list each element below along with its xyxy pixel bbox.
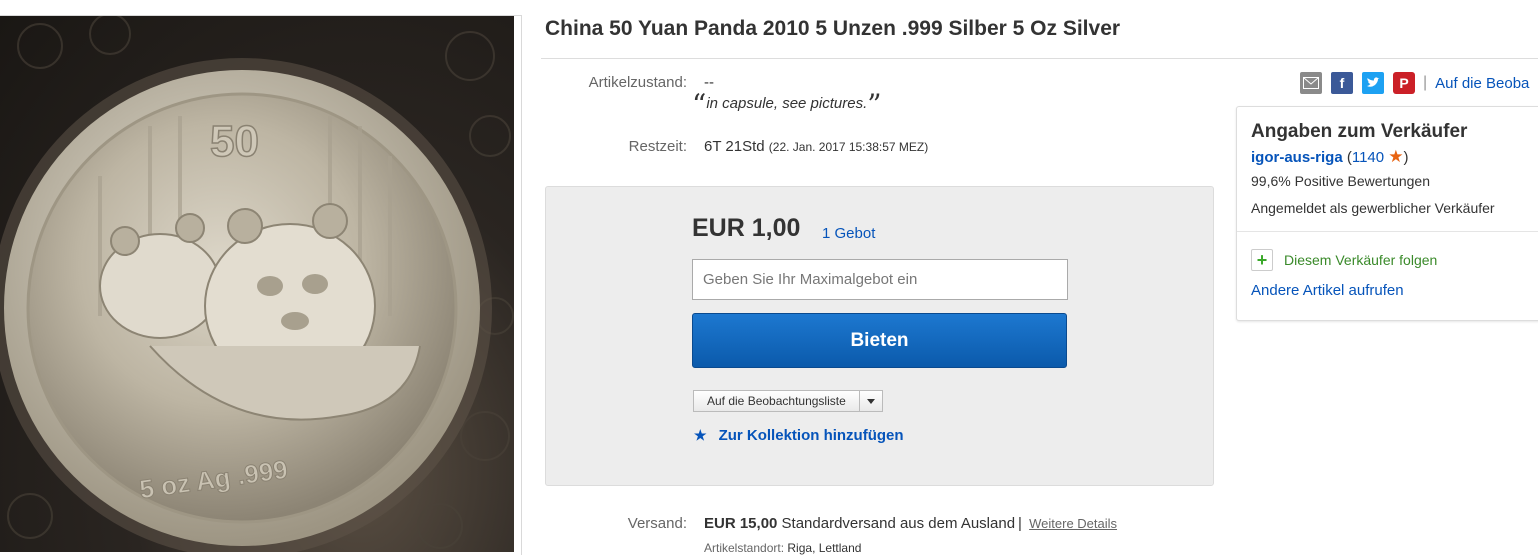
close-quote-icon: ” — [867, 88, 882, 121]
condition-note: “in capsule, see pictures.” — [692, 91, 882, 119]
add-to-collection-label: Zur Kollektion hinzufügen — [718, 427, 904, 444]
current-price: EUR 1,00 — [692, 214, 801, 242]
product-image[interactable]: 50 5 oz Ag .999 — [0, 16, 514, 552]
shipping-value: EUR 15,00 Standardversand aus dem Auslan… — [704, 515, 1117, 532]
location-value: Riga, Lettland — [787, 541, 862, 555]
plus-icon: + — [1251, 249, 1273, 271]
condition-label: Artikelzustand: — [588, 74, 687, 91]
positive-feedback: 99,6% Positive Bewertungen — [1251, 173, 1430, 189]
mail-icon[interactable] — [1300, 72, 1322, 94]
photo-frame: 50 5 oz Ag .999 — [0, 15, 522, 555]
follow-seller-label: Diesem Verkäufer folgen — [1284, 252, 1438, 268]
remaining-time: 6T 21Std — [704, 138, 765, 155]
watchlist-link[interactable]: Auf die Beoba — [1435, 75, 1529, 92]
seller-heading: Angaben zum Verkäufer — [1251, 121, 1468, 142]
bid-button[interactable]: Bieten — [692, 313, 1067, 368]
open-quote-icon: “ — [692, 88, 707, 121]
add-to-collection-link[interactable]: ★ Zur Kollektion hinzufügen — [694, 427, 904, 444]
shipping-method: Standardversand aus dem Ausland — [781, 515, 1016, 532]
follow-seller-link[interactable]: + Diesem Verkäufer folgen — [1251, 249, 1437, 271]
facebook-icon[interactable]: f — [1331, 72, 1353, 94]
feedback-star-icon: ★ — [1388, 147, 1404, 166]
bid-count-link[interactable]: 1 Gebot — [822, 225, 875, 242]
item-title: China 50 Yuan Panda 2010 5 Unzen .999 Si… — [545, 17, 1121, 40]
separator: | — [1018, 515, 1022, 532]
shipping-details-link[interactable]: Weitere Details — [1029, 516, 1117, 531]
svg-text:50: 50 — [210, 117, 259, 166]
paren-close: ) — [1403, 149, 1409, 166]
divider — [1237, 231, 1538, 232]
watchlist-dropdown-chevron-icon[interactable] — [859, 390, 883, 412]
remaining-label: Restzeit: — [628, 138, 687, 155]
share-bar: f P | Auf die Beoba — [1300, 72, 1529, 94]
max-bid-input[interactable] — [692, 259, 1068, 300]
commercial-seller-note: Angemeldet als gewerblicher Verkäufer — [1251, 200, 1495, 216]
add-to-watchlist-button[interactable]: Auf die Beobachtungsliste — [693, 390, 860, 412]
item-location: Artikelstandort: Riga, Lettland — [704, 541, 861, 555]
pinterest-icon[interactable]: P — [1393, 72, 1415, 94]
star-icon: ★ — [694, 427, 707, 443]
seller-name-link[interactable]: igor-aus-riga — [1251, 149, 1343, 166]
separator: | — [1423, 74, 1428, 91]
other-items-link[interactable]: Andere Artikel aufrufen — [1251, 282, 1404, 299]
condition-note-text: in capsule, see pictures. — [706, 95, 868, 112]
twitter-icon[interactable] — [1362, 72, 1384, 94]
feedback-score-link[interactable]: 1140 — [1352, 149, 1384, 166]
divider — [541, 58, 1538, 59]
location-label: Artikelstandort: — [704, 541, 785, 555]
coin-illustration: 50 5 oz Ag .999 — [0, 16, 514, 552]
remaining-value: 6T 21Std (22. Jan. 2017 15:38:57 MEZ) — [704, 138, 928, 155]
shipping-label: Versand: — [627, 515, 687, 532]
shipping-cost: EUR 15,00 — [704, 515, 778, 532]
watchlist-control: Auf die Beobachtungsliste — [693, 390, 883, 412]
end-date: (22. Jan. 2017 15:38:57 MEZ) — [768, 140, 929, 154]
seller-name-row: igor-aus-riga (1140 ★) — [1251, 147, 1409, 167]
